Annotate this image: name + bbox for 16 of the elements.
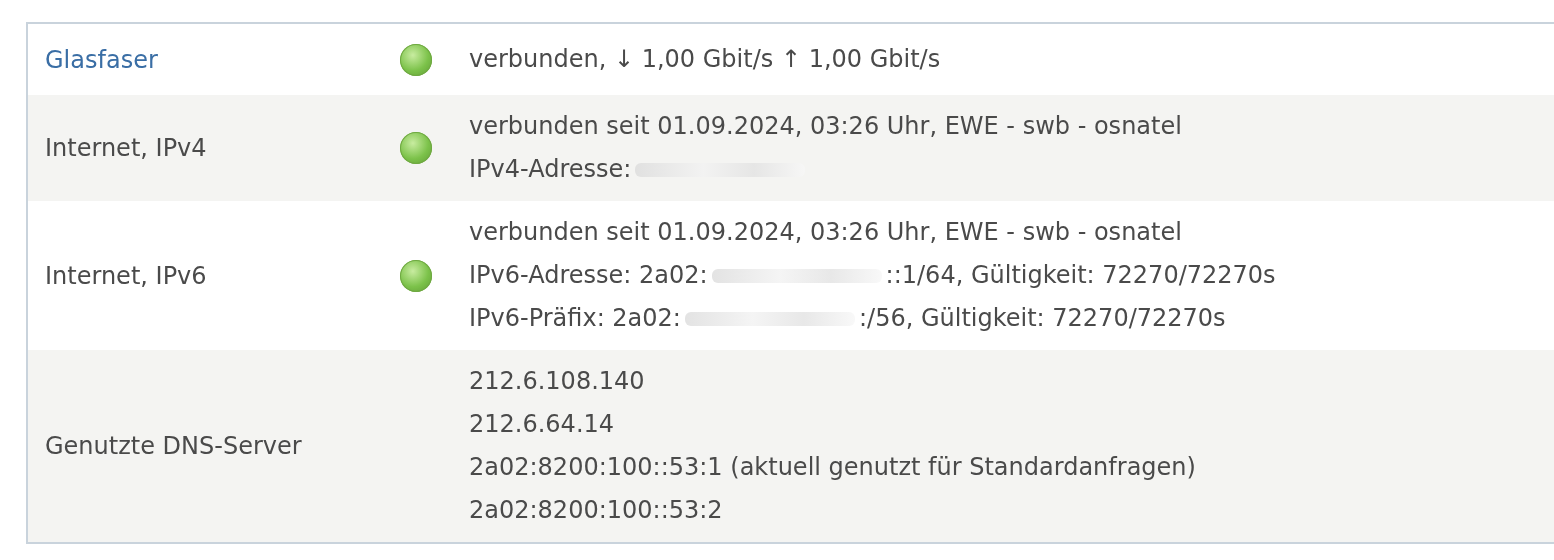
row-label: Internet, IPv4	[45, 134, 207, 162]
link[interactable]: Glasfaser	[45, 45, 158, 74]
detail-text: IPv6-Präfix: 2a02:	[469, 303, 681, 334]
detail-text: verbunden, ↓ 1,00 Gbit/s ↑ 1,00 Gbit/s	[469, 44, 941, 75]
row-label: Internet, IPv6	[45, 261, 207, 290]
detail-text: ::1/64, Gültigkeit: 72270/72270s	[885, 260, 1276, 291]
detail-text: :/56, Gültigkeit: 72270/72270s	[858, 303, 1226, 334]
row-label: Genutzte DNS-Server	[45, 432, 302, 460]
detail-text: IPv6-Adresse: 2a02:	[469, 260, 708, 291]
detail-text: IPv4-Adresse:	[469, 154, 632, 185]
detail-text: 2a02:8200:100::53:1 (aktuell genutzt für Standardanfragen)	[469, 452, 1196, 483]
detail-text: 212.6.108.140	[469, 366, 645, 397]
detail-text: 2a02:8200:100::53:2	[469, 495, 723, 526]
detail-text: 212.6.64.14	[469, 409, 615, 440]
detail-text: verbunden seit 01.09.2024, 03:26 Uhr, EWE - swb - osnatel	[469, 111, 1182, 142]
detail-text: verbunden seit 01.09.2024, 03:26 Uhr, EWE - swb - osnatel	[469, 217, 1182, 248]
